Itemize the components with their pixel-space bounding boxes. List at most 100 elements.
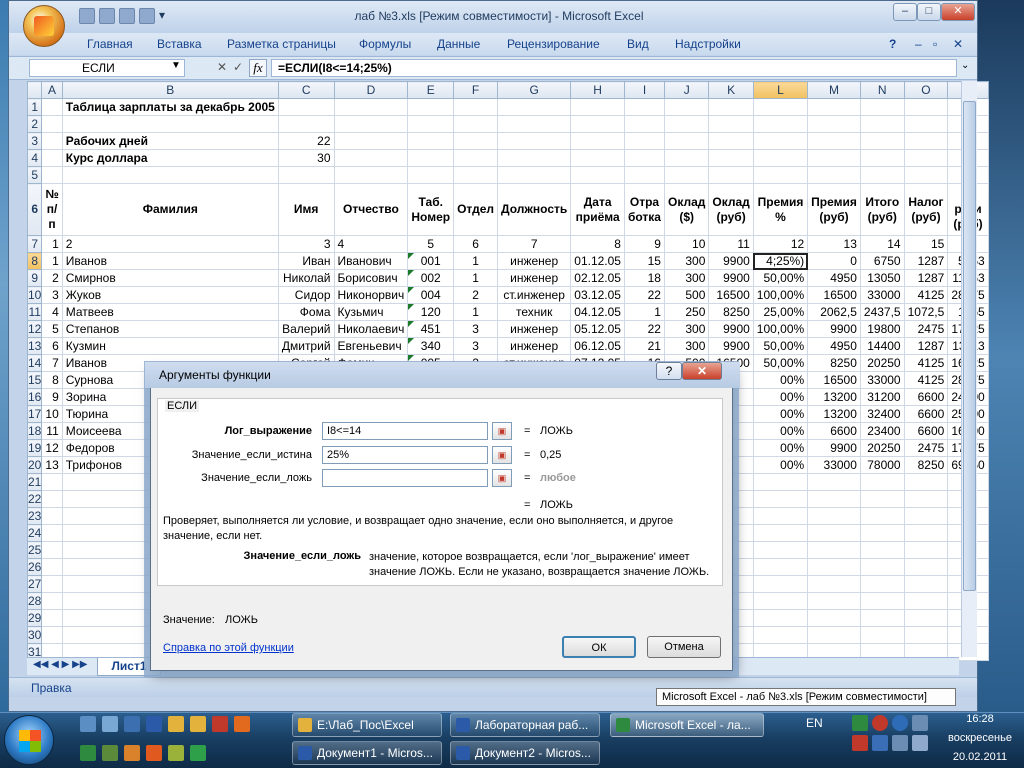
cell[interactable]: Курс доллара (61, 149, 279, 167)
cell[interactable]: Кузмин (61, 337, 279, 355)
column-header[interactable]: E (407, 81, 455, 99)
tray-app-icon[interactable] (852, 735, 868, 751)
undo-icon[interactable] (99, 8, 115, 24)
cell[interactable]: Иван (277, 252, 335, 270)
row-header[interactable]: 29 (26, 609, 43, 627)
dialog-close-button[interactable]: ✕ (682, 362, 722, 380)
cell[interactable] (41, 490, 63, 508)
row-header[interactable]: 25 (26, 541, 43, 559)
row-header[interactable]: 14 (26, 354, 43, 372)
show-desktop-icon[interactable] (80, 716, 96, 732)
cell[interactable] (708, 166, 754, 184)
cell[interactable]: 1287 (903, 252, 949, 270)
cell[interactable] (41, 473, 63, 491)
cell[interactable]: Иванович (333, 252, 409, 270)
cell[interactable] (859, 609, 905, 627)
ribbon-restore-icon[interactable]: ▫ (933, 37, 937, 51)
sheet-nav-arrows-icon[interactable]: ◀◀ ◀ ▶ ▶▶ (33, 659, 87, 670)
cell[interactable]: 9900 (807, 320, 861, 338)
cell[interactable] (903, 507, 949, 525)
row-header[interactable]: 13 (26, 337, 43, 355)
cell[interactable] (708, 149, 754, 167)
column-header[interactable]: F (453, 81, 499, 99)
column-header[interactable]: J (663, 81, 710, 99)
cell[interactable]: Сидор (277, 286, 335, 304)
cell[interactable]: 300 (663, 320, 710, 338)
row-header[interactable]: 28 (26, 592, 43, 610)
column-header[interactable]: N (859, 81, 905, 99)
cell[interactable]: 20250 (859, 439, 905, 457)
cell[interactable]: 8250 (903, 456, 949, 474)
tray-antivirus-icon[interactable] (872, 715, 888, 731)
save-icon[interactable] (79, 8, 95, 24)
cell[interactable]: 13200 (807, 388, 861, 406)
tray-network-icon[interactable] (912, 715, 928, 731)
cell[interactable] (859, 524, 905, 542)
cell[interactable] (859, 558, 905, 576)
cell[interactable] (752, 592, 809, 610)
cell[interactable]: 16500 (807, 286, 861, 304)
cell[interactable]: 25,00% (752, 303, 809, 321)
cell[interactable] (903, 575, 949, 593)
browser-icon[interactable] (124, 745, 140, 761)
cell[interactable] (903, 149, 949, 167)
name-box-dropdown-icon[interactable]: ▼ (171, 60, 181, 71)
cell[interactable]: 9 (623, 235, 665, 253)
cell[interactable]: Дата приёма (570, 183, 625, 236)
cell[interactable]: 01.12.05 (570, 252, 625, 270)
cell[interactable]: Таб. Номер (407, 183, 455, 236)
cell[interactable] (807, 473, 861, 491)
app-icon[interactable] (168, 745, 184, 761)
cell[interactable]: инженер (497, 269, 572, 287)
cell[interactable] (570, 166, 625, 184)
cell[interactable] (663, 166, 710, 184)
cell[interactable]: 33000 (807, 456, 861, 474)
cell[interactable]: Матвеев (61, 303, 279, 321)
row-header[interactable]: 3 (26, 132, 43, 150)
cell[interactable]: инженер (497, 320, 572, 338)
tab-insert[interactable]: Вставка (157, 37, 202, 51)
cell[interactable]: 14 (859, 235, 905, 253)
cell[interactable]: Отдел (453, 183, 499, 236)
arg-input-logical-test[interactable] (322, 422, 488, 440)
collapse-dialog-icon[interactable]: ▣ (492, 422, 512, 440)
cell[interactable] (903, 524, 949, 542)
row-header[interactable]: 11 (26, 303, 43, 321)
cell[interactable]: 8 (41, 371, 63, 389)
cell[interactable]: Евгеньевич (333, 337, 409, 355)
cell[interactable] (807, 609, 861, 627)
row-header[interactable]: 23 (26, 507, 43, 525)
tab-addins[interactable]: Надстройки (675, 37, 741, 51)
row-header[interactable]: 7 (26, 235, 43, 253)
arg-input-value-if-true[interactable] (322, 446, 488, 464)
cell[interactable]: 11 (708, 235, 754, 253)
cell[interactable] (41, 592, 63, 610)
cell[interactable] (903, 473, 949, 491)
cell[interactable]: Премия % (752, 183, 809, 236)
cell[interactable]: Отчество (333, 183, 409, 236)
row-header[interactable]: 21 (26, 473, 43, 491)
cell[interactable] (807, 490, 861, 508)
cell[interactable] (277, 166, 335, 184)
row-header[interactable]: 8 (26, 252, 43, 270)
cell[interactable]: 15 (903, 235, 949, 253)
maximize-button[interactable]: □ (917, 3, 941, 21)
cell[interactable] (41, 575, 63, 593)
cell[interactable]: 2 (453, 286, 499, 304)
cell[interactable]: 3 (41, 286, 63, 304)
cell[interactable]: 12 (41, 439, 63, 457)
tab-page-layout[interactable]: Разметка страницы (227, 37, 336, 51)
taskbar-button-excel[interactable]: Microsoft Excel - ла... (610, 713, 764, 737)
column-header[interactable]: L (752, 81, 809, 99)
cell[interactable]: 2437,5 (859, 303, 905, 321)
firefox-icon[interactable] (146, 745, 162, 761)
cell[interactable]: Иванов (61, 252, 279, 270)
cell[interactable]: Жуков (61, 286, 279, 304)
name-box[interactable]: ЕСЛИ (29, 59, 185, 77)
cell[interactable]: Отра ботка (623, 183, 665, 236)
cell[interactable] (623, 132, 665, 150)
cell[interactable]: 4950 (807, 269, 861, 287)
volume-icon[interactable] (912, 735, 928, 751)
row-header[interactable]: 1 (26, 98, 43, 116)
cell[interactable] (807, 524, 861, 542)
